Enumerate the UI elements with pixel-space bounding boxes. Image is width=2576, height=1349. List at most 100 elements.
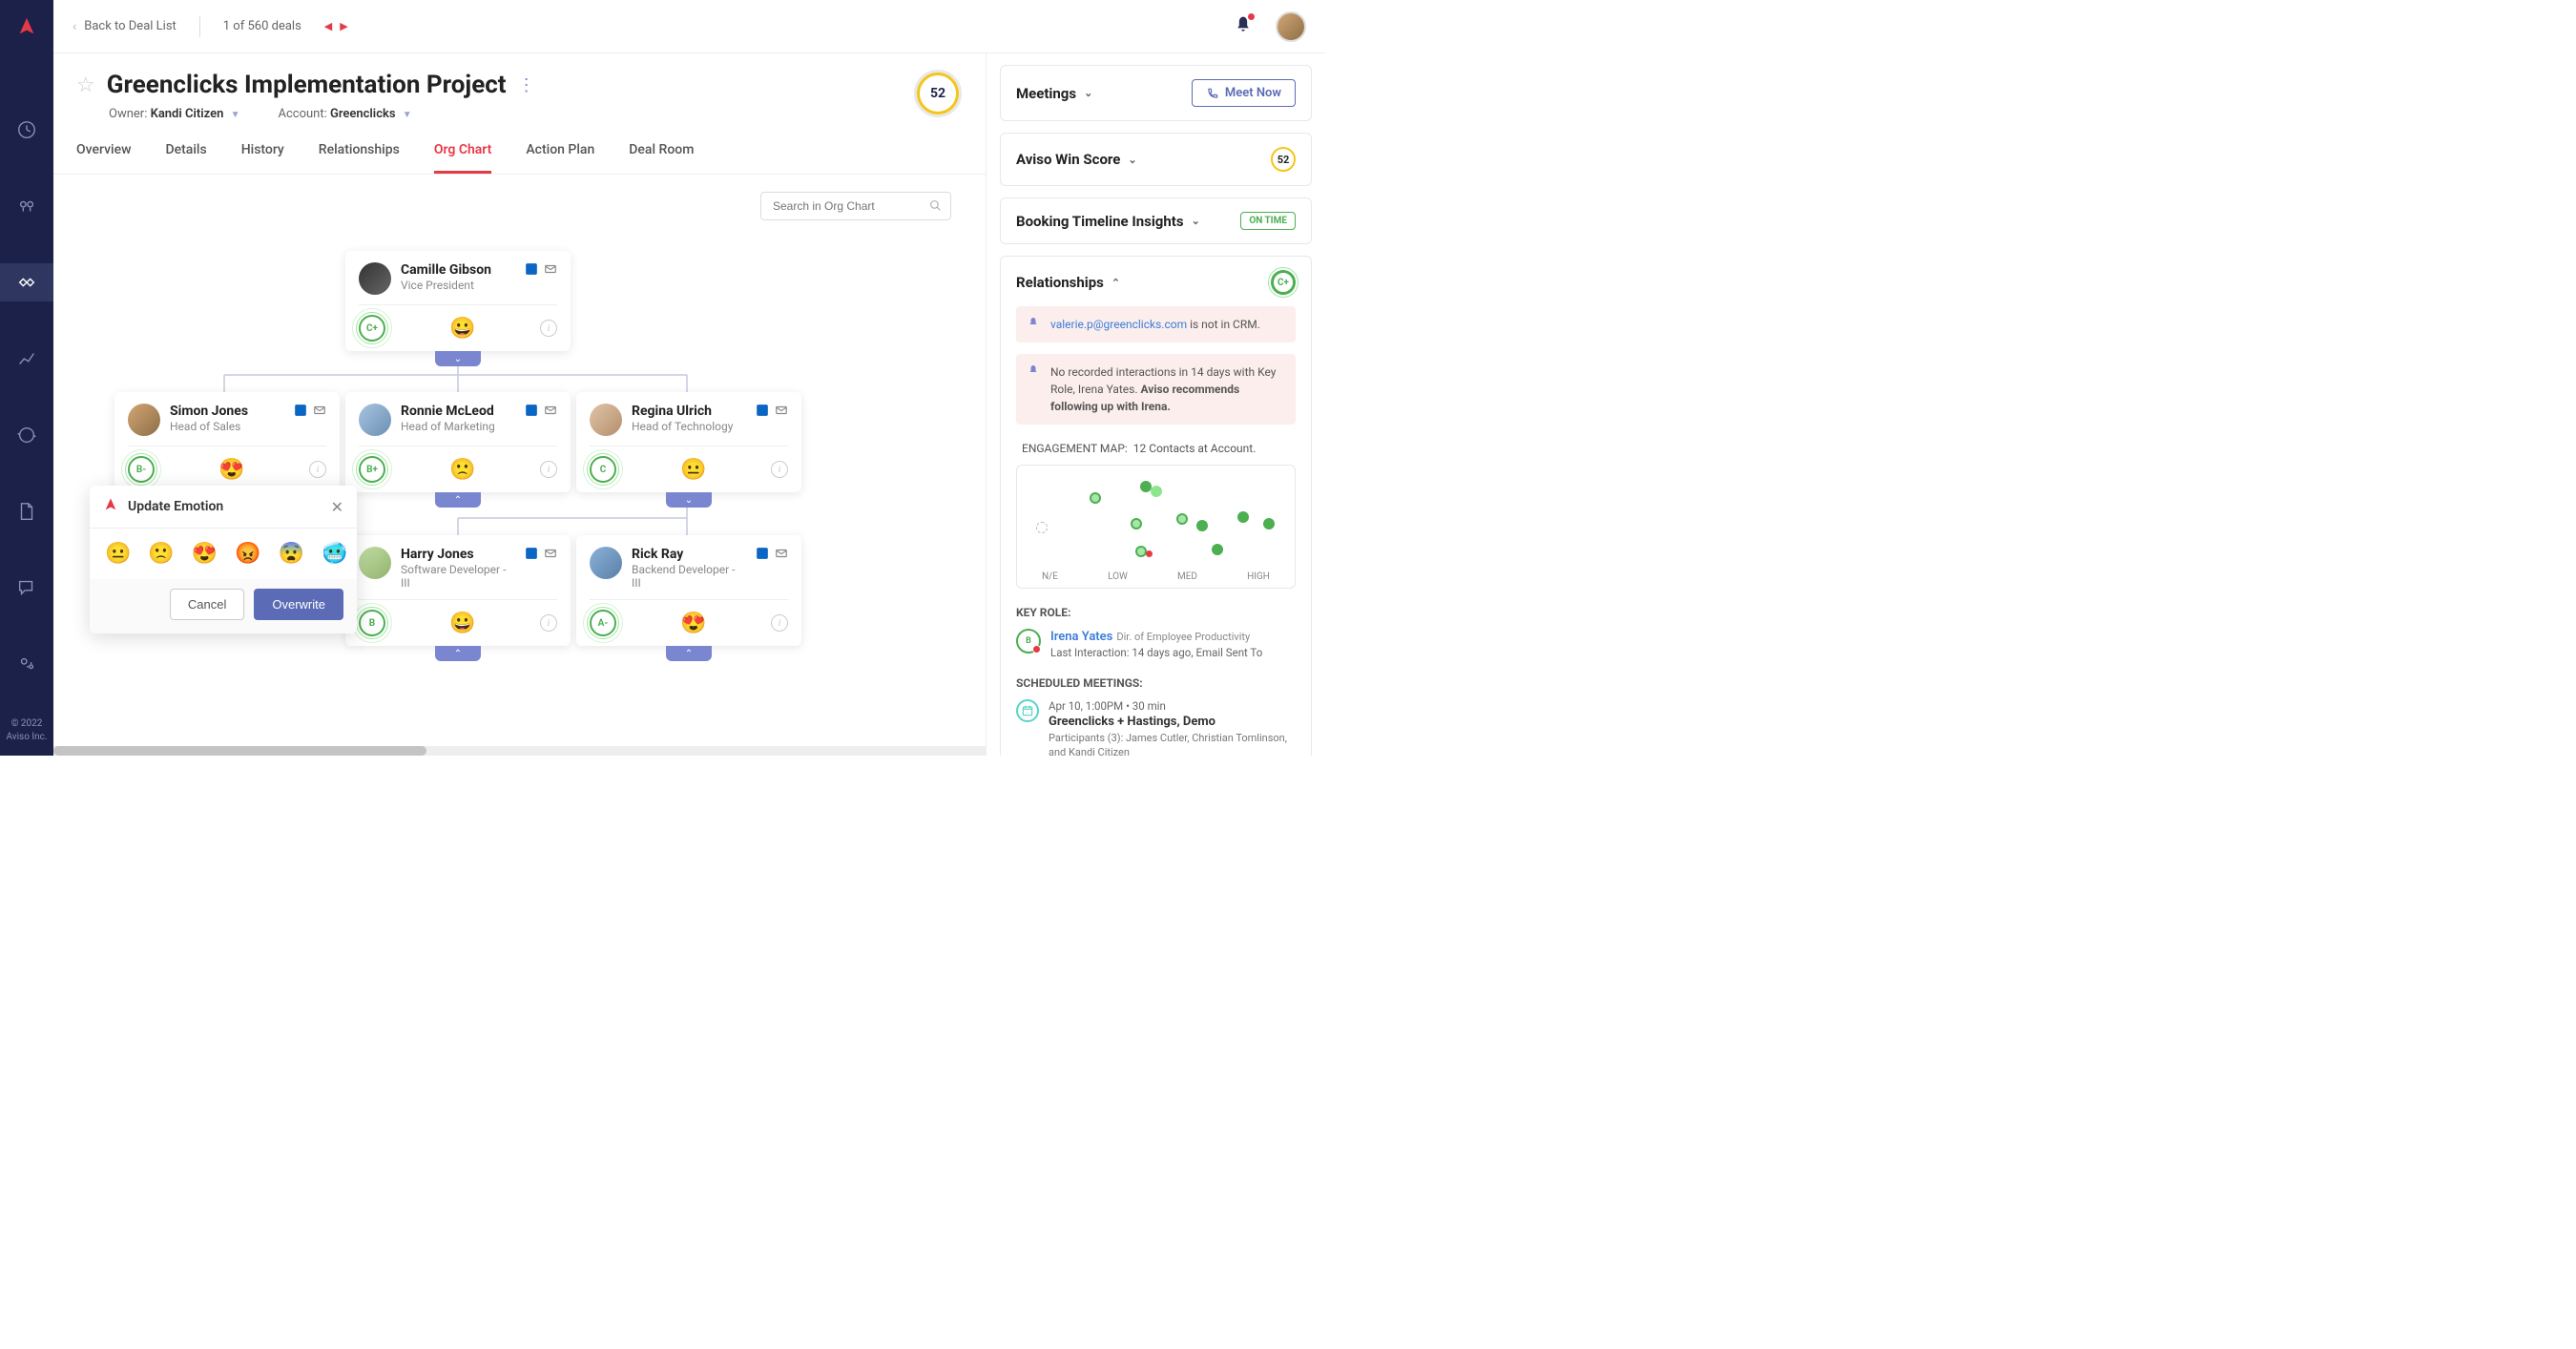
linkedin-icon[interactable] (525, 262, 538, 276)
account-field[interactable]: Account: Greenclicks ▼ (278, 107, 411, 121)
notifications-icon[interactable] (1234, 15, 1253, 38)
emotion-emoji[interactable]: 😐 (680, 458, 706, 482)
nav-dashboard[interactable] (0, 111, 53, 149)
tab-relationships[interactable]: Relationships (319, 142, 400, 174)
org-node-harry[interactable]: Harry Jones Software Developer - III B (345, 535, 571, 646)
info-icon[interactable]: i (771, 461, 788, 478)
org-node-ronnie[interactable]: Ronnie McLeod Head of Marketing B+ (345, 392, 571, 492)
keyrole-subtitle: Last Interaction: 14 days ago, Email Sen… (1050, 646, 1262, 659)
next-deal-arrow[interactable]: ▶ (340, 20, 347, 32)
mail-icon[interactable] (313, 404, 326, 417)
booking-label[interactable]: Booking Timeline Insights (1016, 213, 1184, 230)
info-icon[interactable]: i (540, 614, 557, 632)
emotion-emoji[interactable]: 🙁 (449, 458, 475, 482)
close-icon[interactable]: ✕ (331, 498, 343, 516)
alert-email-link[interactable]: valerie.p@greenclicks.com (1050, 318, 1187, 331)
info-icon[interactable]: i (771, 614, 788, 632)
app-logo[interactable] (0, 0, 53, 53)
mail-icon[interactable] (775, 404, 788, 417)
nav-settings[interactable] (0, 645, 53, 683)
chevron-down-icon[interactable]: ⌄ (1192, 215, 1200, 227)
mail-icon[interactable] (775, 547, 788, 560)
nav-chat[interactable] (0, 569, 53, 607)
mail-icon[interactable] (544, 404, 557, 417)
winscore-card: Aviso Win Score ⌄ 52 (1000, 133, 1312, 186)
mail-icon[interactable] (544, 262, 557, 276)
chevron-down-icon[interactable]: ⌄ (1128, 154, 1136, 166)
avatar (590, 547, 622, 579)
meetings-label[interactable]: Meetings (1016, 85, 1076, 102)
axis-ne: N/E (1042, 571, 1058, 582)
meeting-item[interactable]: Apr 10, 1:00PM • 30 min Greenclicks + Ha… (1016, 699, 1296, 756)
meet-now-button[interactable]: Meet Now (1192, 79, 1296, 107)
nav-deals[interactable] (0, 263, 53, 301)
org-node-simon[interactable]: Simon Jones Head of Sales B- 😍 (114, 392, 340, 492)
prev-deal-arrow[interactable]: ◀ (324, 20, 332, 32)
nav-sync[interactable] (0, 416, 53, 454)
linkedin-icon[interactable] (525, 547, 538, 560)
meetings-card: Meetings ⌄ Meet Now (1000, 65, 1312, 121)
collapse-toggle[interactable]: ⌃ (435, 646, 481, 661)
favorite-star-icon[interactable]: ☆ (76, 73, 95, 97)
horizontal-scrollbar[interactable] (53, 746, 986, 756)
alert-followup: No recorded interactions in 14 days with… (1016, 354, 1296, 425)
emoji-option-cold[interactable]: 🥶 (322, 542, 347, 566)
keyrole-header: KEY ROLE: (1016, 606, 1296, 619)
chevron-up-icon[interactable]: ⌃ (1111, 277, 1120, 289)
search-input[interactable] (760, 192, 951, 220)
tab-history[interactable]: History (241, 142, 284, 174)
grade-badge: C+ (359, 315, 385, 342)
emoji-option-angry[interactable]: 😡 (235, 542, 260, 566)
topbar: ‹ Back to Deal List 1 of 560 deals ◀ ▶ (53, 0, 1325, 53)
tab-actionplan[interactable]: Action Plan (526, 142, 594, 174)
collapse-toggle[interactable]: ⌃ (666, 646, 712, 661)
expand-toggle[interactable]: ⌄ (666, 492, 712, 508)
linkedin-icon[interactable] (525, 404, 538, 417)
linkedin-icon[interactable] (294, 404, 307, 417)
overwrite-button[interactable]: Overwrite (254, 589, 343, 620)
more-options-icon[interactable]: ⋮ (518, 75, 535, 95)
info-icon[interactable]: i (309, 461, 326, 478)
org-node-camille[interactable]: Camille Gibson Vice President C+ (345, 251, 571, 351)
emoji-option-sad[interactable]: 🙁 (148, 542, 174, 566)
emoji-option-fear[interactable]: 😨 (279, 542, 304, 566)
keyrole-item[interactable]: B Irena YatesDir. of Employee Productivi… (1016, 629, 1296, 659)
user-avatar[interactable] (1276, 11, 1306, 42)
emotion-emoji[interactable]: 😍 (680, 612, 706, 635)
expand-toggle[interactable]: ⌄ (435, 351, 481, 366)
relationships-label[interactable]: Relationships (1016, 274, 1104, 291)
org-node-rick[interactable]: Rick Ray Backend Developer - III A- (576, 535, 801, 646)
emotion-emoji[interactable]: 😀 (449, 317, 475, 341)
back-to-deal-list[interactable]: ‹ Back to Deal List (73, 19, 177, 34)
emotion-emoji[interactable]: 😀 (449, 612, 475, 635)
info-icon[interactable]: i (540, 320, 557, 337)
bell-icon (1028, 363, 1041, 415)
owner-field[interactable]: Owner: Kandi Citizen ▼ (109, 107, 239, 121)
chevron-down-icon[interactable]: ⌄ (1084, 87, 1092, 99)
nav-files[interactable] (0, 492, 53, 530)
tab-overview[interactable]: Overview (76, 142, 131, 174)
nav-prospects[interactable] (0, 187, 53, 225)
emoji-option-neutral[interactable]: 😐 (105, 542, 131, 566)
info-icon[interactable]: i (540, 461, 557, 478)
emoji-option-love[interactable]: 😍 (192, 542, 218, 566)
collapse-toggle[interactable]: ⌃ (435, 492, 481, 508)
nav-analytics[interactable] (0, 340, 53, 378)
grade-badge: B (359, 610, 385, 636)
linkedin-icon[interactable] (756, 404, 769, 417)
linkedin-icon[interactable] (756, 547, 769, 560)
cancel-button[interactable]: Cancel (170, 589, 244, 620)
engagement-map[interactable]: N/E LOW MED HIGH (1016, 465, 1296, 589)
org-node-regina[interactable]: Regina Ulrich Head of Technology C (576, 392, 801, 492)
grade-badge: C (590, 456, 616, 483)
emotion-emoji[interactable]: 😍 (218, 458, 244, 482)
node-name: Simon Jones (170, 404, 248, 419)
keyrole-name[interactable]: Irena Yates (1050, 630, 1112, 644)
winscore-label[interactable]: Aviso Win Score (1016, 151, 1120, 168)
axis-low: LOW (1108, 571, 1128, 582)
tab-details[interactable]: Details (165, 142, 206, 174)
tab-orgchart[interactable]: Org Chart (434, 142, 492, 174)
mail-icon[interactable] (544, 547, 557, 560)
meeting-participants: Participants (3): James Cutler, Christia… (1049, 731, 1296, 756)
tab-dealroom[interactable]: Deal Room (629, 142, 694, 174)
